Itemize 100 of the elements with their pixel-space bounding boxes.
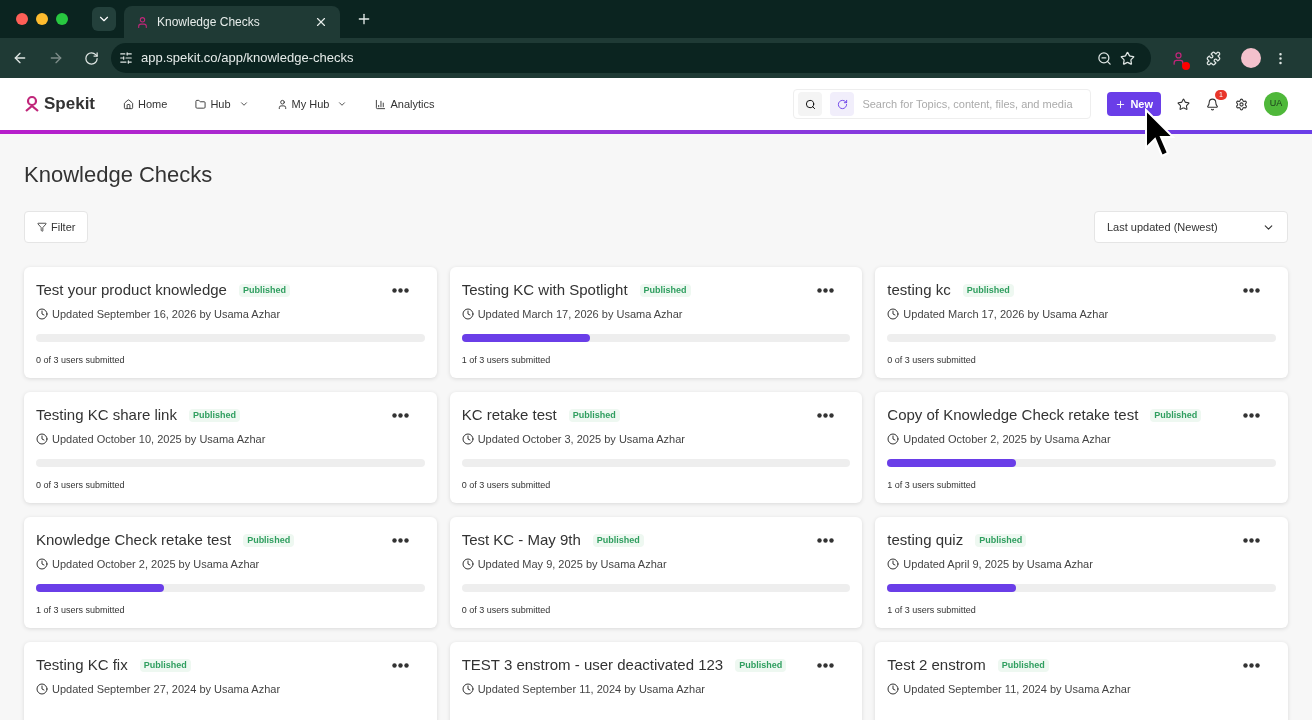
clock-icon — [887, 307, 900, 320]
browser-tab[interactable]: Knowledge Checks — [124, 6, 340, 38]
status-badge: Published — [592, 533, 644, 547]
profile-avatar-icon[interactable] — [1241, 48, 1261, 68]
card-title[interactable]: Testing KC with Spotlight — [461, 279, 628, 302]
more-button[interactable] — [391, 537, 409, 543]
card-title[interactable]: KC retake test — [461, 404, 557, 427]
card-title[interactable]: Testing KC share link — [36, 404, 177, 427]
card-title[interactable]: Test your product knowledge — [36, 279, 227, 302]
more-button[interactable] — [391, 412, 409, 418]
card-background[interactable]: Test KC - May 9th Published Updated May 9, 2025 by Usama Azhar 0 of 3 users submitted — [449, 517, 863, 628]
clock-icon — [461, 432, 474, 445]
status-badge: Published — [238, 283, 290, 297]
status-badge: Published — [139, 658, 191, 672]
search-glyph-icon — [804, 98, 816, 110]
site-settings-icon[interactable] — [119, 51, 133, 65]
card-title[interactable]: testing kc — [887, 279, 951, 302]
sort-dropdown[interactable]: Last updated (Newest) — [1094, 211, 1288, 243]
more-button[interactable] — [1243, 537, 1260, 543]
card-title[interactable]: Test KC - May 9th — [461, 529, 581, 552]
plus-icon — [1115, 98, 1127, 110]
nav-link[interactable]: Hub — [195, 95, 249, 113]
more-icon — [817, 412, 835, 418]
card-background[interactable]: Test your product knowledge Published Updated September 16, 2026 by Usama Azhar 0 of 3 users submitted — [24, 267, 437, 378]
more-button[interactable] — [1243, 287, 1260, 293]
clock-icon — [36, 307, 48, 320]
card-background[interactable]: Testing KC fix Published Updated September 27, 2024 by Usama Azhar — [24, 642, 437, 720]
nav-icon — [123, 98, 135, 110]
nav-icon — [276, 98, 288, 110]
favorites-icon[interactable] — [1177, 97, 1190, 111]
more-icon — [817, 662, 835, 668]
card-background[interactable]: Test 2 enstrom Published Updated September 11, 2024 by Usama Azhar — [875, 642, 1288, 720]
settings-icon[interactable] — [1235, 97, 1248, 111]
minimize-window-icon[interactable] — [36, 13, 48, 25]
updated-text: Updated March 17, 2026 by Usama Azhar — [903, 306, 1109, 322]
logo-text: Spekit — [44, 93, 96, 116]
submitted-text: 0 of 3 users submitted — [36, 354, 126, 367]
status-badge: Published — [962, 283, 1014, 297]
card-title[interactable]: Knowledge Check retake test — [36, 529, 232, 552]
zoom-icon[interactable] — [1097, 50, 1112, 66]
card-background[interactable]: KC retake test Published Updated October 3, 2025 by Usama Azhar 0 of 3 users submitted — [449, 392, 863, 503]
close-window-icon[interactable] — [16, 13, 28, 25]
reload-icon[interactable] — [84, 50, 99, 66]
clock-icon — [36, 432, 48, 445]
card-background[interactable]: TEST 3 enstrom - user deactivated 123 Published Updated September 11, 2024 by Usama Azhar — [449, 642, 863, 720]
back-icon[interactable] — [12, 50, 28, 66]
card-title[interactable]: Test 2 enstrom — [887, 654, 986, 677]
card-background[interactable]: Testing KC share link Published Updated October 10, 2025 by Usama Azhar 0 of 3 users submitted — [24, 392, 437, 503]
tab-favicon-icon — [136, 15, 149, 29]
updated-text: Updated May 9, 2025 by Usama Azhar — [477, 556, 667, 572]
nav-link[interactable]: Home — [123, 95, 168, 113]
tab-list-button[interactable] — [92, 7, 116, 31]
updated-text: Updated October 3, 2025 by Usama Azhar — [477, 431, 685, 447]
updated-text: Updated September 16, 2026 by Usama Azhar — [52, 306, 281, 322]
card-background[interactable]: testing kc Published Updated March 17, 2026 by Usama Azhar 0 of 3 users submitted — [875, 267, 1288, 378]
new-button[interactable]: New — [1107, 92, 1161, 116]
updated-text: Updated September 11, 2024 by Usama Azhar — [903, 681, 1131, 697]
submitted-text: 1 of 3 users submitted — [461, 354, 552, 367]
card-title[interactable]: Testing KC fix — [36, 654, 128, 677]
card-title[interactable]: TEST 3 enstrom - user deactivated 123 — [461, 654, 724, 677]
card-background[interactable]: Testing KC with Spotlight Published Updated March 17, 2026 by Usama Azhar 1 of 3 users submitted — [449, 267, 863, 378]
nav-link[interactable]: Analytics — [375, 95, 435, 113]
clock-icon — [887, 682, 900, 695]
more-button[interactable] — [817, 412, 835, 418]
notifications-icon[interactable] — [1206, 97, 1219, 111]
more-button[interactable] — [817, 537, 835, 543]
bookmark-icon[interactable] — [1120, 50, 1135, 66]
card-background[interactable]: Knowledge Check retake test Published Updated October 2, 2025 by Usama Azhar 1 of 3 users submitted — [24, 517, 437, 628]
card-title[interactable]: testing quiz — [887, 529, 964, 552]
card-title[interactable]: Copy of Knowledge Check retake test — [887, 404, 1139, 427]
submitted-text: 0 of 3 users submitted — [461, 604, 552, 617]
more-button[interactable] — [391, 287, 409, 293]
search-bar[interactable]: Search for Topics, content, files, and media — [793, 89, 1092, 119]
user-avatar[interactable]: UA — [1264, 92, 1288, 116]
more-button[interactable] — [391, 662, 409, 668]
status-badge: Published — [568, 408, 620, 422]
more-icon — [1243, 287, 1260, 293]
updated-text: Updated April 9, 2025 by Usama Azhar — [903, 556, 1093, 572]
search-field[interactable]: Search for Topics, content, files, and media — [862, 95, 1087, 113]
card-background[interactable]: Copy of Knowledge Check retake test Published Updated October 2, 2025 by Usama Azhar 1 of 3 users submitted — [875, 392, 1288, 503]
address-bar[interactable]: app.spekit.co/app/knowledge-checks — [111, 43, 1151, 73]
more-button[interactable] — [817, 287, 835, 293]
nav-link[interactable]: My Hub — [276, 95, 348, 113]
search-icon[interactable] — [798, 92, 823, 116]
more-button[interactable] — [1243, 412, 1260, 418]
more-icon — [1243, 412, 1260, 418]
more-button[interactable] — [817, 662, 835, 668]
new-tab-icon[interactable] — [356, 11, 372, 27]
maximize-window-icon[interactable] — [56, 13, 68, 25]
filter-button[interactable]: Filter — [24, 211, 89, 243]
forward-icon[interactable] — [48, 50, 64, 66]
clock-icon — [461, 557, 474, 570]
logo-icon — [24, 95, 40, 113]
status-badge: Published — [639, 283, 691, 297]
card-background[interactable]: testing quiz Published Updated April 9, 2025 by Usama Azhar 1 of 3 users submitted — [875, 517, 1288, 628]
more-button[interactable] — [1243, 662, 1260, 668]
close-tab-icon[interactable] — [314, 15, 328, 29]
extensions-icon[interactable] — [1206, 50, 1221, 66]
tab-title: Knowledge Checks — [157, 14, 260, 31]
nav-icon — [375, 98, 387, 110]
